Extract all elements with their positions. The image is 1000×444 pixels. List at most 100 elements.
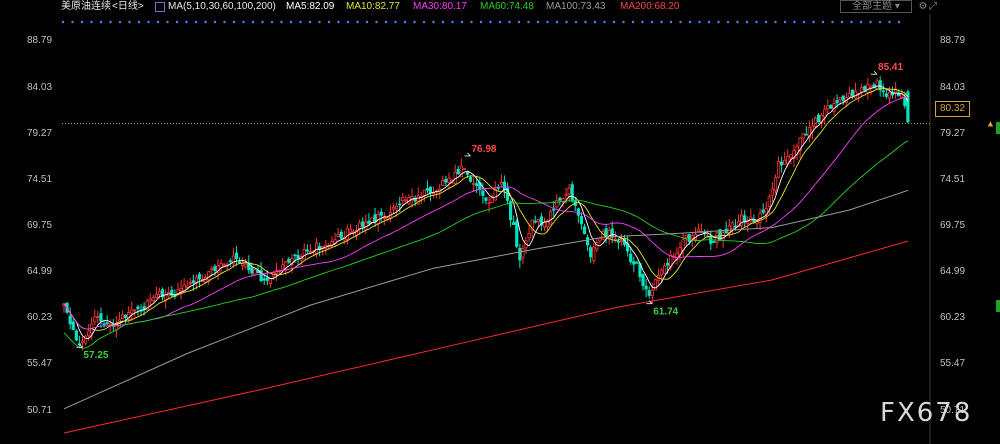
candle-up	[422, 189, 426, 196]
marker-dot	[574, 20, 578, 24]
candle-down	[589, 247, 593, 258]
marker-dot	[327, 20, 331, 24]
marker-dot	[612, 20, 616, 24]
y-tick-label-right: 74.51	[940, 173, 966, 185]
marker-dot	[698, 20, 701, 24]
marker-dot	[194, 20, 198, 24]
candle-down	[99, 313, 103, 322]
marker-dot	[755, 20, 758, 24]
candle-up	[721, 232, 725, 241]
candle-down	[733, 225, 738, 228]
candle-up	[549, 211, 553, 225]
gear-icon[interactable]: ⚙	[918, 2, 928, 12]
y-tick-label-right: 88.79	[940, 35, 966, 47]
candle-down	[456, 168, 460, 175]
ma10-value: MA10:82.77	[346, 1, 400, 12]
marker-dot	[308, 20, 312, 24]
candle-up	[207, 271, 211, 281]
marker-dot	[432, 20, 435, 24]
candle-down	[237, 261, 242, 264]
candle-up	[690, 235, 694, 239]
candle-up	[853, 90, 858, 99]
candle-down	[579, 216, 584, 225]
candle-up	[401, 197, 405, 201]
candle-up	[536, 219, 540, 223]
candle-down	[74, 330, 78, 341]
candle-down	[508, 201, 513, 221]
marker-dot	[850, 20, 853, 24]
candle-up	[154, 293, 158, 298]
candle-up	[847, 92, 852, 98]
extreme-pointer	[467, 152, 471, 157]
y-tick-label-left: 64.99	[27, 266, 53, 278]
candle-down	[124, 314, 128, 319]
marker-dot	[679, 20, 682, 24]
marker-dot	[508, 20, 511, 24]
candle-down	[610, 228, 614, 238]
candlestick-chart[interactable]: ▲ 57.25 76.98 61.74 85.41	[0, 0, 1000, 444]
candle-up	[87, 330, 91, 337]
marker-dot	[289, 20, 293, 24]
candle-down	[835, 100, 839, 104]
marker-dot	[251, 20, 255, 24]
expand-icon[interactable]: ⤢	[928, 2, 938, 12]
candle-down	[518, 247, 522, 261]
extreme-label: 57.25	[83, 350, 108, 361]
candle-up	[801, 133, 805, 139]
candle-down	[228, 260, 232, 263]
chart-window: ▲ 57.25 76.98 61.74 85.41 美原油连续 <日线> MA(5,10…	[0, 0, 1000, 444]
marker-dot	[622, 20, 625, 24]
marker-dot	[99, 20, 103, 24]
candle-up	[900, 93, 904, 98]
candle-up	[253, 269, 257, 276]
candle-up	[730, 222, 734, 230]
marker-dot	[717, 20, 720, 24]
marker-dot	[584, 20, 587, 24]
candle-up	[348, 228, 353, 233]
candle-down	[881, 90, 885, 93]
candle-down	[641, 274, 645, 286]
period-label[interactable]: <日线>	[112, 0, 144, 14]
candle-down	[234, 252, 239, 260]
marker-dot	[365, 20, 369, 24]
candle-down	[105, 322, 109, 324]
candle-up	[770, 188, 775, 196]
marker-dot	[441, 20, 445, 24]
y-tick-label-left: 88.79	[27, 35, 53, 47]
candle-up	[188, 282, 192, 285]
marker-dot	[869, 20, 872, 24]
candle-down	[265, 277, 269, 281]
chart-type-icon[interactable]	[155, 2, 165, 12]
candle-up	[179, 287, 183, 292]
candle-down	[197, 273, 202, 280]
marker-dot	[536, 20, 540, 24]
marker-dot	[213, 20, 217, 24]
marker-dot	[878, 20, 882, 24]
marker-dot	[175, 20, 179, 24]
candle-down	[903, 97, 907, 107]
candle-down	[287, 258, 291, 263]
y-tick-label-right: 84.03	[940, 81, 966, 93]
instrument-name[interactable]: 美原油连续	[61, 0, 111, 14]
candle-up	[148, 298, 152, 302]
marker-dot	[479, 20, 483, 24]
candle-down	[361, 221, 365, 227]
candle-down	[296, 255, 300, 260]
candle-up	[157, 290, 162, 295]
marker-dot	[470, 20, 473, 24]
theme-dropdown[interactable]: 全部主题 ▾	[840, 0, 912, 13]
candle-down	[558, 197, 562, 201]
marker-dot	[783, 20, 787, 24]
marker-dot	[356, 20, 359, 24]
candle-up	[93, 316, 97, 323]
candle-down	[428, 186, 433, 194]
candle-down	[102, 323, 106, 326]
marker-dot	[232, 20, 236, 24]
marker-dot	[745, 20, 749, 24]
y-tick-label-right: 79.27	[940, 127, 966, 139]
candle-down	[213, 266, 217, 271]
candle-down	[339, 231, 343, 239]
marker-dot	[71, 20, 74, 24]
candle-up	[650, 289, 654, 297]
ma-params[interactable]: MA(5,10,30,60,100,200)	[168, 0, 276, 14]
